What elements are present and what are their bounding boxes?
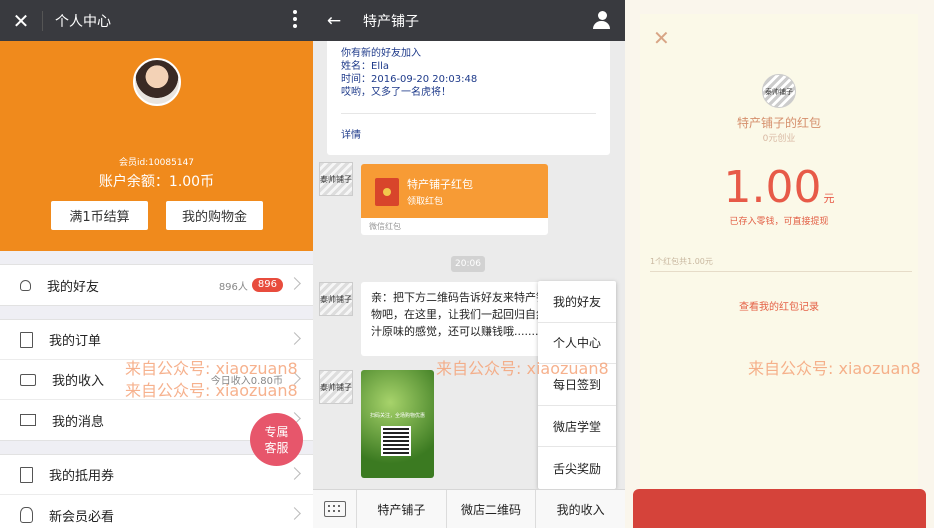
shopping-gold-button[interactable]: 我的购物金 bbox=[166, 201, 263, 230]
order-icon bbox=[20, 331, 33, 348]
menu-label: 我的订单 bbox=[49, 334, 102, 349]
red-packet-sub: 领取红包 bbox=[407, 197, 444, 207]
red-packet-detail-panel: ✕ 泰帅铺子 特产铺子的红包 0元创业 1.00 元 已存入零钱，可直接提现 1个… bbox=[625, 0, 934, 528]
watermark: 来自公众号: xiaozuan8 bbox=[748, 359, 921, 378]
notice-line: 姓名：Ella bbox=[341, 61, 390, 72]
menu-label: 新会员必看 bbox=[49, 509, 115, 525]
bottom-menu-bar: 特产铺子 微店二维码 我的收入 bbox=[313, 489, 625, 528]
close-icon[interactable]: ✕ bbox=[653, 26, 670, 50]
red-packet-footer: 微信红包 bbox=[361, 218, 548, 235]
menu-my-income[interactable]: 我的收入 bbox=[536, 490, 625, 528]
amount-value: 1.00 bbox=[723, 162, 822, 213]
back-arrow-icon[interactable]: ← bbox=[313, 11, 355, 31]
red-packet-bottom bbox=[633, 489, 926, 528]
person-icon[interactable] bbox=[593, 11, 611, 29]
notice-line: 哎哟，又多了一名虎将！ bbox=[341, 87, 451, 98]
shop-avatar[interactable]: 泰帅铺子 bbox=[319, 282, 353, 316]
qr-code-image[interactable]: 扫码关注，全场购物优惠 bbox=[361, 370, 434, 478]
deposit-note: 已存入零钱，可直接提现 bbox=[729, 217, 829, 227]
red-packet-message[interactable]: 特产铺子红包 领取红包 微信红包 bbox=[361, 164, 548, 235]
customer-service-button[interactable]: 专属 客服 bbox=[250, 413, 303, 466]
profile-header: 会员id:10085147 账户余额：1.00币 满1币结算 我的购物金 bbox=[0, 41, 313, 251]
red-packet-sender: 特产铺子的红包 bbox=[736, 116, 821, 130]
chat-title: 特产铺子 bbox=[363, 13, 419, 30]
menu-label: 我的消息 bbox=[52, 414, 105, 430]
keyboard-icon bbox=[323, 501, 346, 517]
watermark: 来自公众号: xiaozuan8 bbox=[125, 381, 298, 400]
money-bag-icon bbox=[20, 507, 33, 523]
chevron-right-icon bbox=[288, 332, 301, 345]
more-icon[interactable] bbox=[293, 10, 297, 30]
close-icon[interactable]: ✕ bbox=[0, 9, 42, 33]
popup-menu: 我的好友 个人中心 每日签到 微店学堂 舌尖奖励 bbox=[538, 281, 616, 489]
menu-label: 我的收入 bbox=[52, 374, 105, 389]
menu-label: 我的抵用券 bbox=[49, 469, 115, 484]
popup-item-store-academy[interactable]: 微店学堂 bbox=[538, 406, 616, 448]
qr-caption: 扫码关注，全场购物优惠 bbox=[369, 413, 425, 419]
chevron-right-icon bbox=[288, 467, 301, 480]
service-label-2: 客服 bbox=[264, 440, 289, 455]
friends-icon bbox=[20, 279, 31, 291]
red-packet-amount: 1.00 元 bbox=[640, 162, 918, 213]
view-records-link[interactable]: 查看我的红包记录 bbox=[640, 298, 918, 313]
friend-join-notice[interactable]: 你有新的好友加入 姓名：Ella 时间：2016-09-20 20:03:48 … bbox=[327, 41, 610, 155]
red-packet-blessing: 0元创业 bbox=[762, 134, 796, 144]
friends-count: 896人 896 bbox=[219, 278, 283, 293]
wallet-icon bbox=[20, 373, 36, 386]
shop-avatar[interactable]: 泰帅铺子 bbox=[319, 162, 353, 196]
menu-item-friends[interactable]: 我的好友 896人 896 bbox=[0, 265, 313, 305]
amount-unit: 元 bbox=[823, 192, 835, 205]
menu-store-qr[interactable]: 微店二维码 bbox=[447, 490, 537, 528]
account-balance: 账户余额：1.00币 bbox=[98, 174, 215, 190]
watermark: 来自公众号: xiaozuan8 bbox=[125, 359, 298, 378]
checkout-button[interactable]: 满1币结算 bbox=[51, 201, 148, 230]
avatar[interactable] bbox=[133, 58, 181, 106]
qr-code-icon bbox=[381, 426, 411, 456]
notice-line: 你有新的好友加入 bbox=[341, 48, 421, 59]
chevron-right-icon bbox=[288, 277, 301, 290]
menu-group-friends: 我的好友 896人 896 bbox=[0, 264, 313, 306]
message-time: 20:06 bbox=[451, 256, 485, 272]
friends-badge: 896 bbox=[251, 278, 283, 292]
coupon-icon bbox=[20, 466, 33, 483]
chevron-right-icon bbox=[288, 507, 301, 520]
menu-shop[interactable]: 特产铺子 bbox=[357, 490, 447, 528]
detail-link[interactable]: 详情 bbox=[341, 126, 596, 141]
page-title: 个人中心 bbox=[55, 13, 111, 30]
shop-avatar[interactable]: 泰帅铺子 bbox=[319, 370, 353, 404]
menu-item-orders[interactable]: 我的订单 bbox=[0, 320, 313, 360]
popup-item-friends[interactable]: 我的好友 bbox=[538, 281, 616, 323]
notice-line: 时间：2016-09-20 20:03:48 bbox=[341, 74, 478, 85]
packet-count: 1个红包共1.00元 bbox=[650, 257, 713, 266]
mail-icon bbox=[20, 414, 36, 426]
red-packet-title: 特产铺子红包 bbox=[407, 178, 473, 191]
red-envelope-icon bbox=[375, 178, 399, 206]
personal-center-panel: ✕ 个人中心 会员id:10085147 账户余额：1.00币 满1币结算 我的… bbox=[0, 0, 313, 528]
member-id: 会员id:10085147 bbox=[118, 158, 195, 168]
title-divider bbox=[42, 10, 43, 31]
divider bbox=[341, 113, 596, 114]
top-bar: ← 特产铺子 bbox=[313, 0, 625, 41]
popup-item-rewards[interactable]: 舌尖奖励 bbox=[538, 447, 616, 489]
red-packet-card: ✕ 泰帅铺子 特产铺子的红包 0元创业 1.00 元 已存入零钱，可直接提现 1个… bbox=[640, 14, 918, 514]
friends-count-text: 896人 bbox=[218, 281, 248, 293]
menu-label: 我的好友 bbox=[47, 279, 100, 295]
watermark: 来自公众号: xiaozuan8 bbox=[436, 359, 609, 378]
chat-panel: ← 特产铺子 你有新的好友加入 姓名：Ella 时间：2016-09-20 20… bbox=[313, 0, 625, 528]
service-label-1: 专属 bbox=[264, 424, 289, 439]
divider bbox=[650, 271, 912, 272]
menu-group-coupons: 我的抵用券 新会员必看 bbox=[0, 454, 313, 528]
keyboard-toggle[interactable] bbox=[313, 490, 357, 528]
menu-item-new-member[interactable]: 新会员必看 bbox=[0, 495, 313, 528]
top-bar: ✕ 个人中心 bbox=[0, 0, 313, 41]
shop-logo: 泰帅铺子 bbox=[762, 74, 796, 108]
